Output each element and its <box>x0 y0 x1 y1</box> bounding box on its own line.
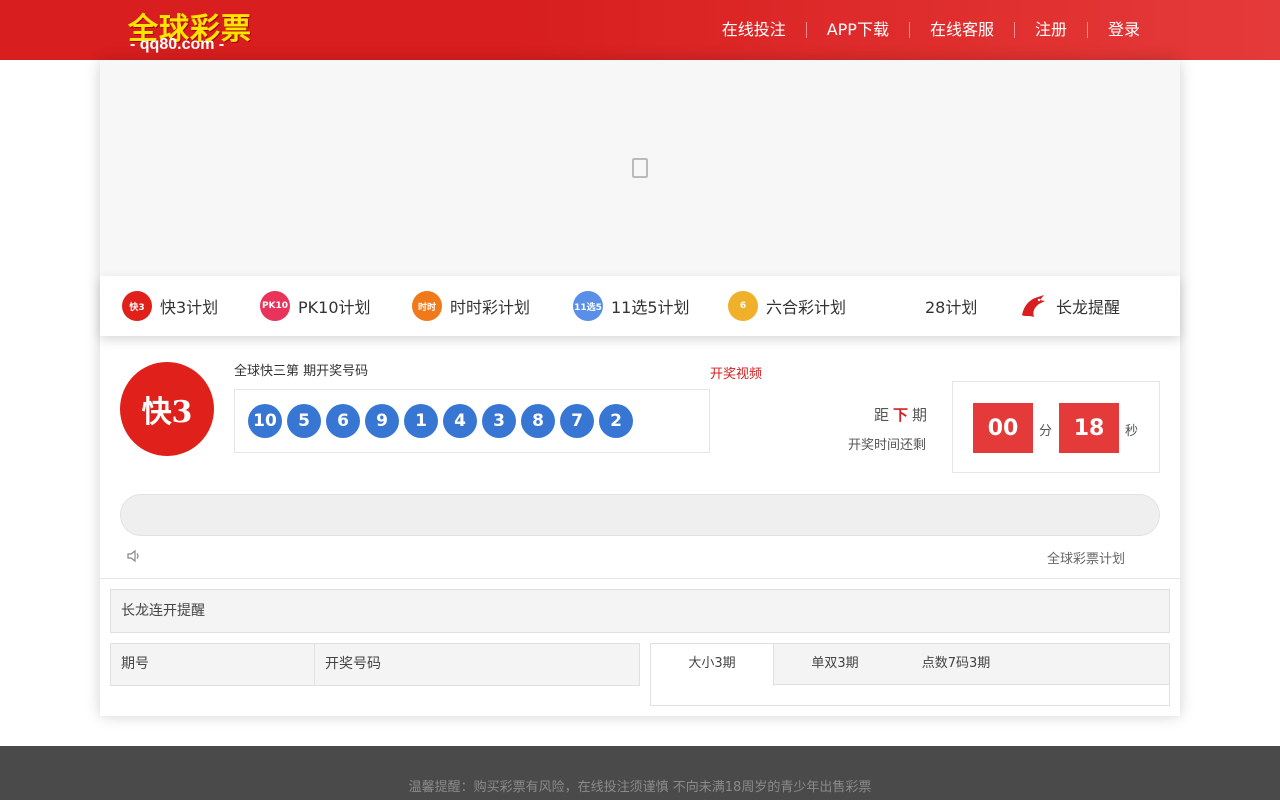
next-issue-label: 距下期 <box>874 404 927 425</box>
dragon-icon <box>1018 291 1048 321</box>
number-ball: 4 <box>443 404 477 438</box>
dragon-tabs-panel: 大小3期 单双3期 点数7码3期 <box>650 643 1170 706</box>
col-numbers: 开奖号码 <box>325 656 381 672</box>
nav-customer-service[interactable]: 在线客服 <box>908 22 1014 38</box>
minutes-unit: 分 <box>1039 424 1053 439</box>
divider <box>100 578 1180 579</box>
pk10-icon: PK10 <box>260 291 290 321</box>
number-ball: 2 <box>599 404 633 438</box>
plan-tab-pk10[interactable]: PK10 PK10计划 <box>260 290 371 322</box>
tab-big-small[interactable]: 大小3期 <box>651 644 774 686</box>
countdown-minutes: 00 <box>973 403 1033 453</box>
plan-tab-ssc[interactable]: 时时 时时彩计划 <box>412 290 530 322</box>
col-issue: 期号 <box>111 644 315 685</box>
main-container: 快3 快3计划 PK10 PK10计划 时时 时时彩计划 11选5 11选5计划… <box>100 60 1180 716</box>
seconds-unit: 秒 <box>1125 424 1139 439</box>
nav-online-bet[interactable]: 在线投注 <box>702 22 806 38</box>
draw-balls: 10 5 6 9 1 4 3 8 7 2 <box>248 404 638 438</box>
tab-points[interactable]: 点数7码3期 <box>903 644 1009 685</box>
top-nav: 在线投注 APP下载 在线客服 注册 登录 <box>702 0 1160 60</box>
plan-tab-label: 28计划 <box>925 298 978 317</box>
dragon-tabbar: 大小3期 单双3期 点数7码3期 <box>651 644 1169 686</box>
remaining-time-label: 开奖时间还剩 <box>848 438 927 453</box>
banner <box>100 60 1180 276</box>
plan-tab-label: PK10计划 <box>298 298 371 317</box>
plan-tab-28[interactable]: 28计划 <box>925 290 977 322</box>
footer-notice: 温馨提醒：购买彩票有风险，在线投注须谨慎 不向未满18周岁的青少年出售彩票 <box>408 780 872 795</box>
progress-bar <box>120 494 1160 536</box>
plan-tab-label: 快3计划 <box>160 298 219 317</box>
countdown-timer: 00 分 18 秒 <box>952 381 1160 473</box>
number-ball: 9 <box>365 404 399 438</box>
global-lottery-plan-link[interactable]: 全球彩票计划 <box>1047 548 1125 567</box>
dist-next: 下 <box>893 406 909 424</box>
plan-tab-label: 时时彩计划 <box>450 298 531 317</box>
draw-numbers-box: 10 5 6 9 1 4 3 8 7 2 <box>234 389 710 453</box>
11x5-icon: 11选5 <box>573 291 603 321</box>
issue-title: 全球快三第 期开奖号码 <box>234 364 369 379</box>
k3-lottery-logo: 快3 <box>120 362 214 456</box>
ssc-icon: 时时 <box>412 291 442 321</box>
plan-tabs: 快3 快3计划 PK10 PK10计划 时时 时时彩计划 11选5 11选5计划… <box>100 276 1180 336</box>
number-ball: 1 <box>404 404 438 438</box>
nav-login[interactable]: 登录 <box>1086 22 1160 38</box>
history-table-header: 期号 开奖号码 <box>110 643 640 686</box>
top-bar: 全球彩票 - qq80.com - 在线投注 APP下载 在线客服 注册 登录 <box>0 0 1280 60</box>
tab-odd-even[interactable]: 单双3期 <box>775 644 895 685</box>
nav-register[interactable]: 注册 <box>1013 22 1087 38</box>
number-ball: 3 <box>482 404 516 438</box>
plan-tab-label: 11选5计划 <box>611 298 690 317</box>
number-ball: 8 <box>521 404 555 438</box>
draw-video-link[interactable]: 开奖视频 <box>710 363 762 382</box>
number-ball: 6 <box>326 404 360 438</box>
nav-app-download[interactable]: APP下载 <box>805 22 909 38</box>
speaker-icon[interactable] <box>126 548 142 564</box>
number-ball: 10 <box>248 404 282 438</box>
site-logo[interactable]: 全球彩票 - qq80.com - <box>128 4 251 56</box>
plan-tab-label: 六合彩计划 <box>766 298 847 317</box>
plan-tab-label: 长龙提醒 <box>1056 298 1121 317</box>
plan-tab-k3[interactable]: 快3 快3计划 <box>122 290 218 322</box>
plan-tab-dragon[interactable]: 长龙提醒 <box>1018 290 1120 322</box>
k3-icon: 快3 <box>122 291 152 321</box>
countdown-seconds: 18 <box>1059 403 1119 453</box>
footer: 温馨提醒：购买彩票有风险，在线投注须谨慎 不向未满18周岁的青少年出售彩票 <box>0 746 1280 800</box>
number-ball: 7 <box>560 404 594 438</box>
dist-suffix: 期 <box>912 406 928 424</box>
number-ball: 5 <box>287 404 321 438</box>
lhc-icon: 6 <box>728 291 758 321</box>
plan-tab-11x5[interactable]: 11选5 11选5计划 <box>573 290 690 322</box>
longdragon-header: 长龙连开提醒 <box>110 589 1170 633</box>
broken-image-icon <box>632 158 648 178</box>
dist-prefix: 距 <box>874 406 890 424</box>
logo-domain: - qq80.com - <box>130 36 225 53</box>
plan-tab-lhc[interactable]: 6 六合彩计划 <box>728 290 846 322</box>
